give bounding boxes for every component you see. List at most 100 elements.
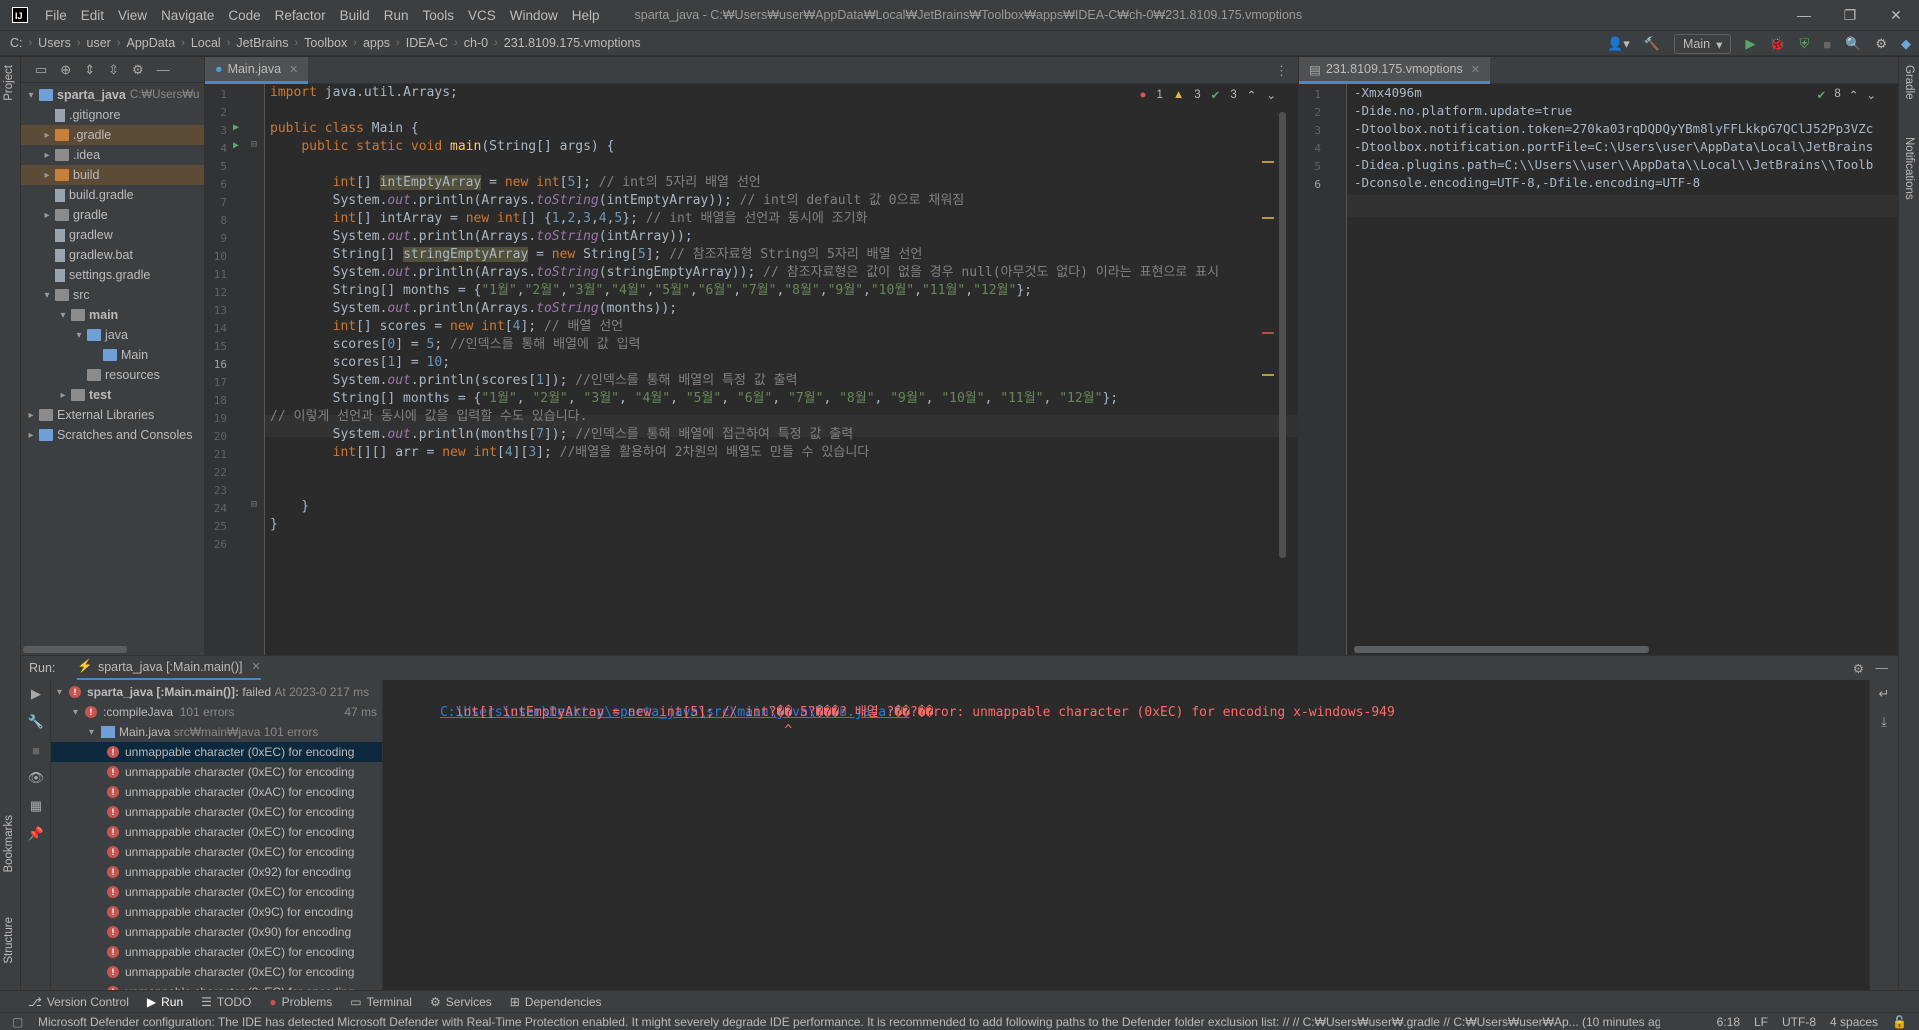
bottom-tab-problems[interactable]: ● Problems [269, 995, 332, 1009]
breadcrumb-item[interactable]: 231.8109.175.vmoptions [504, 36, 641, 50]
tab-bookmarks[interactable]: Bookmarks [3, 815, 15, 873]
breadcrumb-item[interactable]: IDEA-C [406, 36, 448, 50]
error-item[interactable]: ! unmappable character (0x9C) for encodin… [51, 902, 382, 922]
tree-item[interactable]: ▸ External Libraries [21, 405, 204, 425]
fold-icon[interactable]: ⊟ [251, 139, 257, 150]
breadcrumb-item[interactable]: Users [38, 36, 71, 50]
hide-icon[interactable]: — [157, 62, 170, 77]
hide-icon[interactable]: — [1876, 661, 1889, 675]
tree-item[interactable]: ▾ main [21, 305, 204, 325]
breadcrumb-item[interactable]: user [87, 36, 111, 50]
error-item[interactable]: !unmappable character (0xEC) for encodin… [51, 742, 382, 762]
breadcrumb-item[interactable]: JetBrains [236, 36, 288, 50]
toolbox-icon[interactable]: ◆ [1901, 36, 1911, 52]
layout-icon[interactable]: ▦ [21, 792, 51, 820]
warning-marker[interactable] [1262, 374, 1274, 376]
error-item[interactable]: !unmappable character (0xEC) for encodin… [51, 802, 382, 822]
search-icon[interactable]: 🔍 [1845, 36, 1861, 52]
menu-item-tools[interactable]: Tools [415, 8, 461, 23]
breadcrumb-item[interactable]: AppData [127, 36, 176, 50]
restore-icon[interactable]: ❐ [1827, 0, 1873, 30]
layout-icon[interactable]: ▭ [35, 62, 47, 78]
tab-project[interactable]: Project [3, 65, 15, 101]
bottom-tab-terminal[interactable]: ▭ Terminal [350, 995, 412, 1009]
menu-item-help[interactable]: Help [565, 8, 607, 23]
gear-icon[interactable]: ⚙ [1853, 661, 1864, 676]
menu-item-file[interactable]: File [38, 8, 74, 23]
wrench-icon[interactable]: 🔧 [21, 708, 51, 736]
stop-icon[interactable]: ■ [21, 736, 51, 764]
gear-icon[interactable]: ⚙ [132, 62, 144, 78]
error-item[interactable]: ! unmappable character (0x92) for encodin… [51, 862, 382, 882]
tree-item[interactable]: ▾ sparta_java C:₩Users₩u [21, 85, 204, 105]
pin-icon[interactable]: 📌 [21, 820, 51, 848]
breadcrumb-item[interactable]: Toolbox [304, 36, 347, 50]
gear-icon[interactable]: ⚙ [1875, 36, 1887, 52]
error-item[interactable]: !unmappable character (0xEC) for encodin… [51, 982, 382, 990]
lock-icon[interactable]: 🔓 [1892, 1015, 1907, 1029]
tree-item[interactable]: ▾ java [21, 325, 204, 345]
menu-item-code[interactable]: Code [221, 8, 267, 23]
error-item[interactable]: !unmappable character (0xEC) for encodin… [51, 762, 382, 782]
tree-item[interactable]: ▸ gradle [21, 205, 204, 225]
tree-item[interactable]: ▸ .idea [21, 145, 204, 165]
menu-item-refactor[interactable]: Refactor [268, 8, 333, 23]
error-item[interactable]: ! unmappable character (0xAC) for encodin… [51, 782, 382, 802]
run-icon[interactable]: ▶ [1745, 36, 1755, 52]
tree-item[interactable]: Main [21, 345, 204, 365]
error-item[interactable]: !unmappable character (0xEC) for encodin… [51, 962, 382, 982]
chevron-down-icon[interactable]: ⌄ [1266, 88, 1276, 102]
vertical-scrollbar[interactable] [1279, 112, 1286, 558]
tab-structure[interactable]: Structure [3, 917, 15, 964]
coverage-icon[interactable]: ⛨ [1800, 36, 1810, 52]
horizontal-scrollbar[interactable] [1354, 646, 1649, 653]
tree-item[interactable]: ▸ test [21, 385, 204, 405]
menu-item-run[interactable]: Run [377, 8, 416, 23]
close-icon[interactable]: ✕ [289, 63, 298, 76]
run-gutter-icon[interactable]: ▶ [233, 140, 239, 151]
tree-item[interactable]: resources [21, 365, 204, 385]
breadcrumb-item[interactable]: Local [191, 36, 221, 50]
more-icon[interactable]: ⋮ [1275, 63, 1288, 79]
layout-icon[interactable]: ▢ [12, 1015, 23, 1029]
breadcrumb-item[interactable]: C: [10, 36, 23, 50]
fold-icon[interactable]: ⊟ [251, 499, 257, 510]
chevron-up-icon[interactable]: ⌃ [1247, 88, 1257, 102]
indent-setting[interactable]: 4 spaces [1830, 1015, 1878, 1029]
menu-item-build[interactable]: Build [333, 8, 377, 23]
tree-item[interactable]: ▸ .gradle [21, 125, 204, 145]
status-message[interactable]: Microsoft Defender configuration: The ID… [0, 1015, 1660, 1029]
bottom-tab-version-control[interactable]: ⎇ Version Control [28, 995, 129, 1009]
bottom-tab-todo[interactable]: ☰ TODO [201, 995, 251, 1009]
minimize-icon[interactable]: — [1781, 0, 1827, 30]
tab-gradle[interactable]: Gradle [1903, 65, 1915, 100]
run-gutter-icon[interactable]: ▶ [233, 122, 239, 133]
breadcrumb-item[interactable]: ch-0 [464, 36, 488, 50]
collapse-all-icon[interactable]: ⇳ [108, 62, 119, 78]
error-item[interactable]: !unmappable character (0xEC) for encodin… [51, 942, 382, 962]
tab-main-java[interactable]: ● Main.java ✕ [205, 57, 309, 84]
tree-root[interactable]: ▾ ! sparta_java [:Main.main()]: failed A… [51, 682, 382, 702]
warning-marker[interactable] [1262, 161, 1274, 163]
menu-item-window[interactable]: Window [503, 8, 565, 23]
run-configuration-select[interactable]: Main ▾ [1673, 34, 1732, 54]
menu-item-edit[interactable]: Edit [74, 8, 111, 23]
run-tab[interactable]: ⚡ sparta_java [:Main.main()] ✕ [77, 656, 261, 681]
debug-icon[interactable]: 🐞 [1769, 36, 1785, 52]
close-icon[interactable]: ✕ [252, 660, 261, 673]
scroll-to-end-icon[interactable]: ⤓ [1870, 708, 1898, 736]
bottom-tab-run[interactable]: ▶ Run [147, 995, 183, 1009]
tree-item[interactable]: .gitignore [21, 105, 204, 125]
breadcrumb-item[interactable]: apps [363, 36, 390, 50]
error-item[interactable]: ! unmappable character (0x90) for encodin… [51, 922, 382, 942]
code-editor[interactable]: 1 2 3 4 5 6 7 8 9 10 11 12 13 14 15 16 17 18 19 20 21 22 23 24 2… [205, 84, 1298, 655]
line-separator[interactable]: LF [1754, 1015, 1768, 1029]
console-output[interactable]: C:\Users\user\Desktop\sparta_java\src\ma… [383, 680, 1869, 990]
tree-item[interactable]: ▸ build [21, 165, 204, 185]
locate-icon[interactable]: ⊕ [60, 62, 71, 78]
error-item[interactable]: !unmappable character (0xEC) for encodin… [51, 842, 382, 862]
file-encoding[interactable]: UTF-8 [1782, 1015, 1816, 1029]
stop-icon[interactable]: ■ [1823, 37, 1831, 52]
bottom-tab-services[interactable]: ⚙ Services [430, 995, 492, 1009]
tree-item[interactable]: gradlew [21, 225, 204, 245]
